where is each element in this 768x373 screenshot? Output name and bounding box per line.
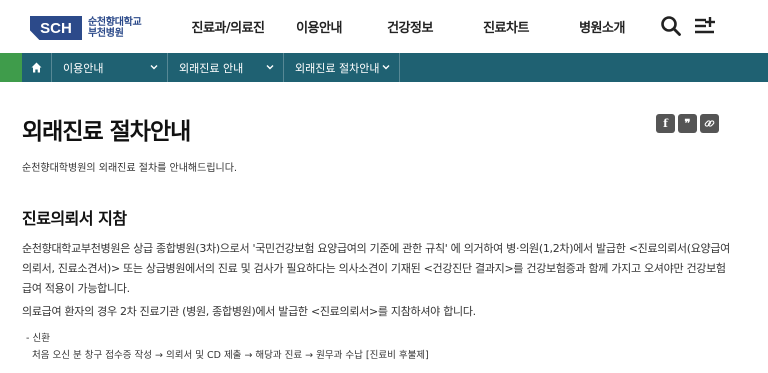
page-title: 외래진료 절차안내: [22, 119, 191, 145]
menu-plus-icon[interactable]: [694, 15, 716, 37]
share-buttons: f ❞: [656, 114, 719, 133]
main-nav: 진료과/의료진 이용안내 건강정보 진료차트 병원소개: [180, 0, 650, 53]
search-icon[interactable]: [660, 15, 682, 37]
copy-link-button[interactable]: [700, 114, 719, 133]
logo-mark: SCH: [30, 16, 82, 40]
new-patient-label: - 신환: [26, 333, 50, 344]
section-title: 진료의뢰서 지참: [22, 209, 127, 228]
nav-hospital-intro[interactable]: 병원소개: [554, 0, 650, 53]
chevron-down-icon: [150, 65, 158, 70]
nav-usage-guide[interactable]: 이용안내: [276, 0, 362, 53]
blog-share-button[interactable]: ❞: [678, 114, 697, 133]
site-header: SCH 순천향대학교 부천병원 진료과/의료진 이용안내 건강정보 진료차트 병…: [0, 0, 768, 53]
breadcrumb-label: 이용안내: [63, 61, 104, 75]
facebook-share-button[interactable]: f: [656, 114, 675, 133]
breadcrumb: 이용안내 외래진료 안내 외래진료 절차안내: [0, 53, 768, 82]
breadcrumb-accent: [0, 53, 22, 82]
breadcrumb-label: 외래진료 절차안내: [295, 61, 380, 75]
breadcrumb-item-procedure[interactable]: 외래진료 절차안내: [284, 53, 400, 82]
logo-text: 순천향대학교 부천병원: [88, 17, 142, 39]
breadcrumb-label: 외래진료 안내: [179, 61, 244, 75]
logo-line2: 부천병원: [88, 28, 124, 39]
medical-aid-paragraph: 의료급여 환자의 경우 2차 진료기관 (병원, 종합병원)에서 발급한 <진료…: [22, 305, 476, 318]
chevron-down-icon: [266, 65, 274, 70]
chevron-down-icon: [382, 65, 390, 70]
intro-text: 순천향대학병원의 외래진료 절차를 안내해드립니다.: [22, 163, 238, 174]
breadcrumb-home[interactable]: [22, 53, 52, 82]
breadcrumb-item-outpatient[interactable]: 외래진료 안내: [168, 53, 284, 82]
breadcrumb-item-usage-guide[interactable]: 이용안내: [52, 53, 168, 82]
new-patient-steps: 처음 오신 분 창구 접수증 작성 → 의뢰서 및 CD 제출 → 해당과 진료…: [32, 350, 429, 361]
nav-departments[interactable]: 진료과/의료진: [180, 0, 276, 53]
link-icon: [704, 120, 715, 127]
hospital-logo[interactable]: SCH 순천향대학교 부천병원: [30, 16, 142, 40]
logo-line1: 순천향대학교: [88, 17, 142, 28]
nav-medical-chart[interactable]: 진료차트: [458, 0, 554, 53]
nav-health-info[interactable]: 건강정보: [362, 0, 458, 53]
referral-paragraph: 순천향대학교부천병원은 상급 종합병원(3차)으로서 '국민건강보험 요양급여의…: [22, 242, 731, 295]
home-icon: [31, 62, 42, 73]
